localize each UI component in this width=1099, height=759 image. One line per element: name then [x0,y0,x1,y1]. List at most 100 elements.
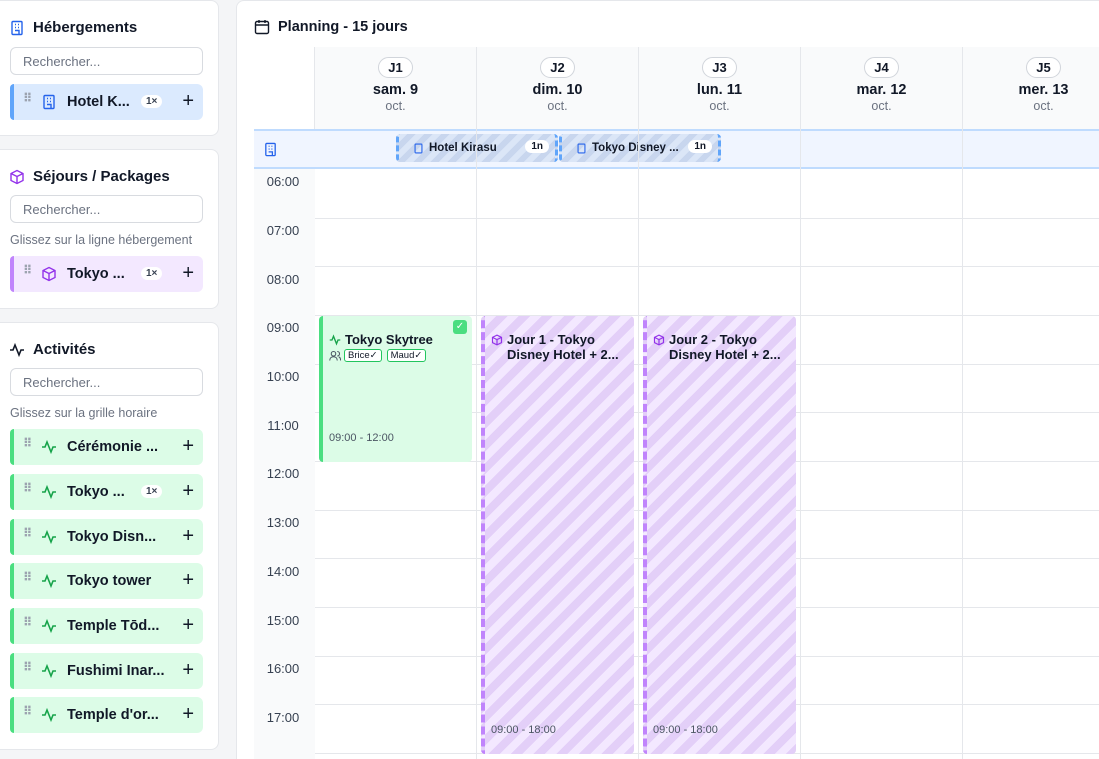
planning-panel: Planning - 15 jours J1 sam. 9 oct. J2 di… [236,0,1099,759]
participant-tag: Maud✓ [386,349,427,362]
activity-icon [42,439,56,455]
day-number-pill: J4 [864,57,899,78]
add-button[interactable]: + [182,659,194,681]
day-month: oct. [1033,99,1054,113]
box-icon [653,334,665,346]
day-label: mar. 12 [856,82,907,98]
event-time: 09:00 - 12:00 [329,432,394,444]
activity-item[interactable]: ⠿ Temple d'or... + [10,697,203,733]
stay-chip-label: Hotel Kirasu [429,142,497,154]
hour-label: 11:00 [267,418,299,433]
planning-title: Planning - 15 jours [278,19,408,35]
accommodation-row[interactable]: Hotel Kirasu 1n Tokyo Disney ... 1n [254,129,1099,169]
event-title: Tokyo Skytree [345,332,433,347]
hour-label: 16:00 [266,661,300,676]
day-number-pill: J5 [1026,57,1061,78]
activity-item[interactable]: ⠿ Tokyo Disn... + [10,519,203,555]
activity-item[interactable]: ⠿ Tokyo ... 1× + [10,474,203,510]
day-header: J5 mer. 13 oct. [963,47,1099,129]
add-button[interactable]: + [182,614,194,636]
usage-count-badge: 1× [141,95,163,108]
hour-label: 15:00 [266,613,300,628]
building-icon [577,142,586,154]
package-event[interactable]: Jour 2 - Tokyo Disney Hotel + 2... 09:00… [643,316,796,754]
stay-chip[interactable]: Hotel Kirasu 1n [396,134,558,162]
drag-handle-icon[interactable]: ⠿ [23,527,32,539]
day-month: oct. [709,99,730,113]
day-number-pill: J1 [378,57,413,78]
day-header: J1 sam. 9 oct. [315,47,477,129]
drag-handle-icon[interactable]: ⠿ [23,264,32,276]
drag-handle-icon[interactable]: ⠿ [23,92,32,104]
event-time: 09:00 - 18:00 [491,724,556,736]
stay-chip[interactable]: Tokyo Disney ... 1n [559,134,721,162]
building-icon [11,20,23,35]
drag-handle-icon[interactable]: ⠿ [23,571,32,583]
stay-chip-label: Tokyo Disney ... [592,142,679,154]
drag-handle-icon[interactable]: ⠿ [23,482,32,494]
activity-item-label: Tokyo Disn... [67,529,157,545]
activites-title: Activités [33,341,96,358]
hour-label: 12:00 [266,466,300,481]
day-label: sam. 9 [372,82,419,98]
day-label: lun. 11 [696,82,743,98]
day-month: oct. [871,99,892,113]
check-icon[interactable]: ✓ [453,320,467,334]
package-item[interactable]: ⠿ Tokyo ... 1× + [10,256,203,292]
drag-handle-icon[interactable]: ⠿ [23,661,32,673]
drag-handle-icon[interactable]: ⠿ [23,705,32,717]
hour-label: 07:00 [266,223,300,238]
activity-item-label: Cérémonie ... [67,439,159,455]
box-icon [10,169,24,184]
activity-icon [42,707,56,723]
add-button[interactable]: + [182,435,194,457]
hour-label: 10:00 [266,369,300,384]
hebergement-item[interactable]: ⠿ Hotel K... 1× + [10,84,203,120]
hebergements-search-input[interactable] [10,47,203,75]
planning-grid: J1 sam. 9 oct. J2 dim. 10 oct. J3 lun. 1… [254,47,1099,759]
hour-label: 06:00 [266,174,300,189]
day-number-pill: J2 [540,57,575,78]
drag-handle-icon[interactable]: ⠿ [23,616,32,628]
drag-handle-icon[interactable]: ⠿ [23,437,32,449]
add-button[interactable]: + [182,703,194,725]
day-month: oct. [547,99,568,113]
add-button[interactable]: + [182,480,194,502]
activity-item[interactable]: ⠿ Fushimi Inar... + [10,653,203,689]
day-header: J3 lun. 11 oct. [639,47,801,129]
activity-icon [42,573,56,589]
activity-item[interactable]: ⠿ Tokyo tower + [10,563,203,599]
box-icon [491,334,503,346]
event-title: Jour 1 - Tokyo Disney Hotel + 2... [507,332,619,362]
add-button[interactable]: + [182,90,194,112]
activity-icon [10,342,24,357]
building-icon [414,142,423,154]
activity-item-label: Tokyo ... [67,484,125,500]
hebergement-item-label: Hotel K... [67,94,130,110]
event-title: Jour 2 - Tokyo Disney Hotel + 2... [669,332,781,362]
day-month: oct. [385,99,406,113]
hour-label: 14:00 [266,564,300,579]
usage-count-badge: 1× [141,267,163,280]
day-label: mer. 13 [1018,82,1069,98]
activites-hint: Glissez sur la grille horaire [10,406,158,420]
package-item-label: Tokyo ... [67,266,125,282]
activites-search-input[interactable] [10,368,203,396]
activity-item-label: Temple Tōd... [67,618,160,634]
usage-count-badge: 1× [141,485,163,498]
participants: Brice✓ Maud✓ [329,349,428,362]
sejours-panel: Séjours / Packages Glissez sur la ligne … [0,149,219,309]
add-button[interactable]: + [182,262,194,284]
add-button[interactable]: + [182,569,194,591]
activity-icon [42,618,56,634]
activity-event[interactable]: ✓ Tokyo Skytree Brice✓ Maud✓ 09:00 - 12:… [319,316,472,462]
hebergements-panel: Hébergements ⠿ Hotel K... 1× + [0,0,219,136]
sejours-search-input[interactable] [10,195,203,223]
day-header: J4 mar. 12 oct. [801,47,963,129]
activity-item[interactable]: ⠿ Cérémonie ... + [10,429,203,465]
package-event[interactable]: Jour 1 - Tokyo Disney Hotel + 2... 09:00… [481,316,634,754]
activity-item[interactable]: ⠿ Temple Tōd... + [10,608,203,644]
activity-item-label: Fushimi Inar... [67,663,165,679]
add-button[interactable]: + [182,525,194,547]
hour-label: 09:00 [266,320,300,335]
